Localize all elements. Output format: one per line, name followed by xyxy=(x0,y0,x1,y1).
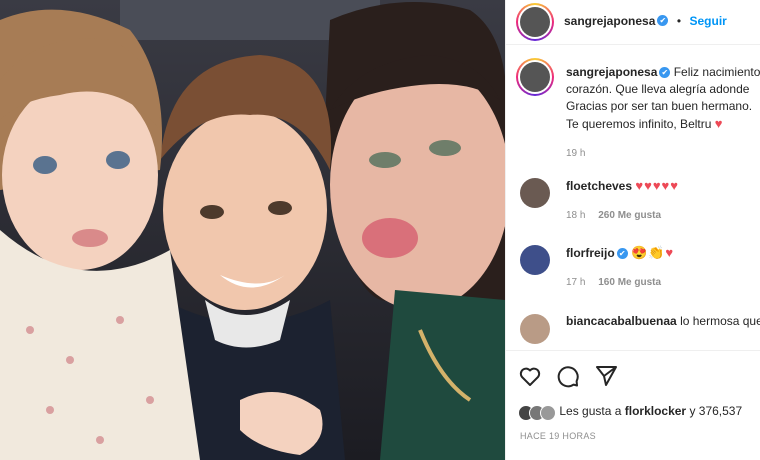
post-side-panel: sangrejaponesa ✔ • Seguir sangrejaponesa ✔… xyxy=(505,0,760,460)
comment-username[interactable]: biancacabalbuenaa xyxy=(566,314,677,328)
heart-emoji-icon: ♥ xyxy=(714,116,724,131)
caption-line-3: Gracias por ser tan buen hermano. xyxy=(566,99,753,113)
separator-dot: • xyxy=(676,14,682,28)
follow-button[interactable]: Seguir xyxy=(689,14,726,28)
comment-username[interactable]: floetcheves xyxy=(566,179,632,193)
comment-text: lo hermosa que e xyxy=(680,314,760,328)
comment-avatar[interactable] xyxy=(520,178,550,208)
comment-avatar[interactable] xyxy=(520,314,550,344)
post-photo-illustration xyxy=(0,0,505,460)
actions-divider xyxy=(506,350,760,351)
heart-icon[interactable] xyxy=(518,364,542,393)
comment-likes[interactable]: 260 Me gusta xyxy=(598,210,661,221)
comment-avatar[interactable] xyxy=(520,245,550,275)
verified-icon: ✔ xyxy=(616,248,628,260)
post-timestamp[interactable]: HACE 19 HORAS xyxy=(520,431,596,441)
instagram-post-view: sangrejaponesa ✔ • Seguir sangrejaponesa ✔… xyxy=(0,0,760,460)
comment-username[interactable]: florfreijo xyxy=(566,246,615,260)
comment-time: 18 h xyxy=(566,210,586,221)
author-username[interactable]: sangrejaponesa xyxy=(564,14,655,28)
caption-line-1: Feliz nacimiento xyxy=(673,65,760,79)
verified-icon: ✔ xyxy=(657,15,669,27)
comment-text: 😍👏♥ xyxy=(631,245,675,260)
likes-summary: Les gusta a florklocker y 376,537 xyxy=(518,404,742,421)
caption-time: 19 h xyxy=(566,148,586,159)
author-avatar-ring[interactable] xyxy=(516,3,554,41)
caption-avatar xyxy=(520,62,550,92)
caption-line-4: Te queremos infinito, Beltru xyxy=(566,117,712,131)
verified-icon: ✔ xyxy=(659,67,671,79)
likes-user[interactable]: florklocker xyxy=(625,404,686,418)
likers-avatars xyxy=(518,404,556,421)
likes-count[interactable]: y 376,537 xyxy=(689,404,742,418)
caption-username[interactable]: sangrejaponesa xyxy=(566,65,657,79)
post-caption: sangrejaponesa ✔ Feliz nacimiento corazón… xyxy=(566,64,760,162)
comment-likes[interactable]: 160 Me gusta xyxy=(598,277,661,288)
author-avatar xyxy=(520,7,550,37)
caption-avatar-ring[interactable] xyxy=(516,58,554,96)
likes-prefix: Les gusta a xyxy=(559,404,622,418)
post-photo[interactable] xyxy=(0,0,505,460)
share-icon[interactable] xyxy=(594,364,618,393)
comment-time: 17 h xyxy=(566,277,586,288)
caption-line-2: corazón. Que lleva alegría adonde xyxy=(566,82,750,96)
comment-icon[interactable] xyxy=(556,364,580,393)
post-header: sangrejaponesa ✔ • Seguir xyxy=(506,0,760,45)
comment-text: ♥♥♥♥♥ xyxy=(635,178,679,193)
